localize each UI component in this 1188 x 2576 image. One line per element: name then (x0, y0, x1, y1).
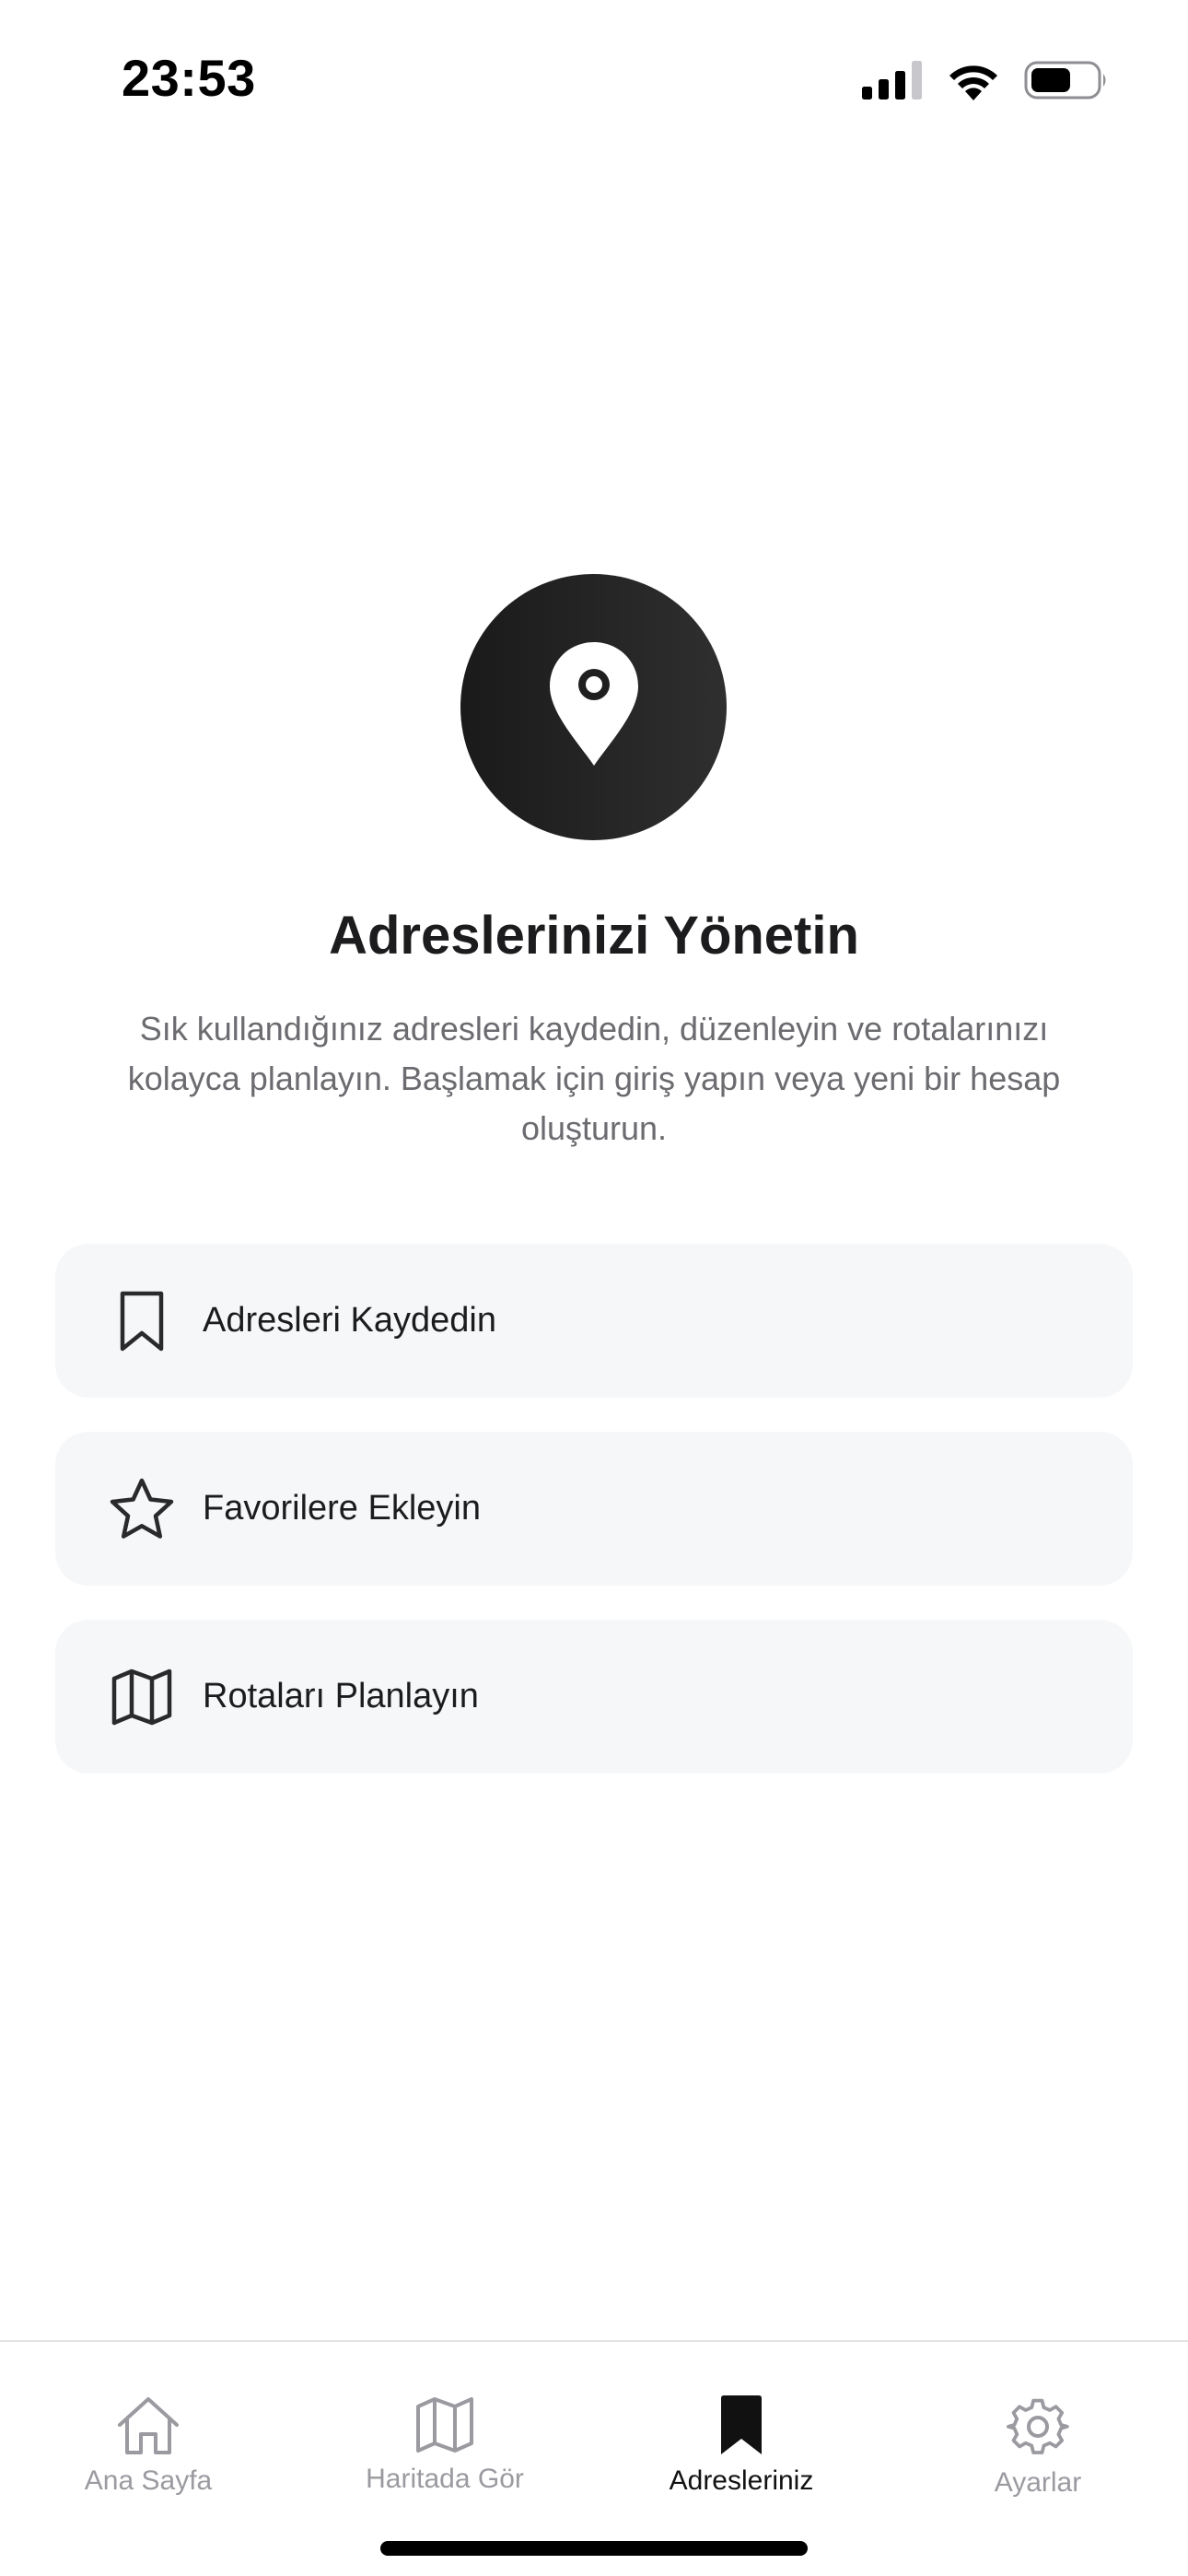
feature-card-save-addresses[interactable]: Adresleri Kaydedin (55, 1244, 1133, 1398)
tab-label: Haritada Gör (366, 2464, 524, 2494)
map-icon (414, 2395, 475, 2454)
feature-label: Rotaları Planlayın (203, 1677, 479, 1715)
feature-list: Adresleri Kaydedin Favorilere Ekleyin Ro… (55, 1244, 1133, 1808)
tab-label: Adresleriniz (669, 2465, 814, 2496)
map-icon (98, 1668, 186, 1727)
feature-label: Adresleri Kaydedin (203, 1301, 496, 1340)
tab-settings[interactable]: Ayarlar (890, 2344, 1186, 2498)
status-time: 23:53 (122, 49, 256, 107)
star-icon (98, 1477, 186, 1541)
feature-card-plan-routes[interactable]: Rotaları Planlayın (55, 1620, 1133, 1774)
tab-home[interactable]: Ana Sayfa (0, 2344, 297, 2496)
map-pin-icon (549, 642, 638, 772)
feature-card-favorites[interactable]: Favorilere Ekleyin (55, 1432, 1133, 1586)
bookmark-icon (98, 1290, 186, 1352)
home-icon (116, 2395, 181, 2456)
wifi-icon (945, 60, 1002, 100)
hero-location-badge (460, 574, 727, 840)
cellular-signal-icon (862, 61, 923, 100)
status-icons (862, 57, 1109, 103)
tab-addresses[interactable]: Adresleriniz (593, 2344, 890, 2496)
screen: 23:53 Adreslerinizi Yönetin Sık kullandı… (0, 0, 1188, 2576)
bookmark-filled-icon (719, 2395, 763, 2456)
tab-label: Ayarlar (994, 2467, 1082, 2498)
home-indicator[interactable] (380, 2541, 808, 2556)
battery-icon (1024, 60, 1109, 100)
tab-label: Ana Sayfa (84, 2465, 213, 2496)
feature-label: Favorilere Ekleyin (203, 1489, 481, 1528)
tab-map[interactable]: Haritada Gör (297, 2344, 593, 2494)
page-title: Adreslerinizi Yönetin (329, 906, 859, 966)
page-description: Sık kullandığınız adresleri kaydedin, dü… (127, 1010, 1061, 1147)
gear-icon (1007, 2395, 1069, 2458)
status-bar: 23:53 (0, 0, 1188, 157)
